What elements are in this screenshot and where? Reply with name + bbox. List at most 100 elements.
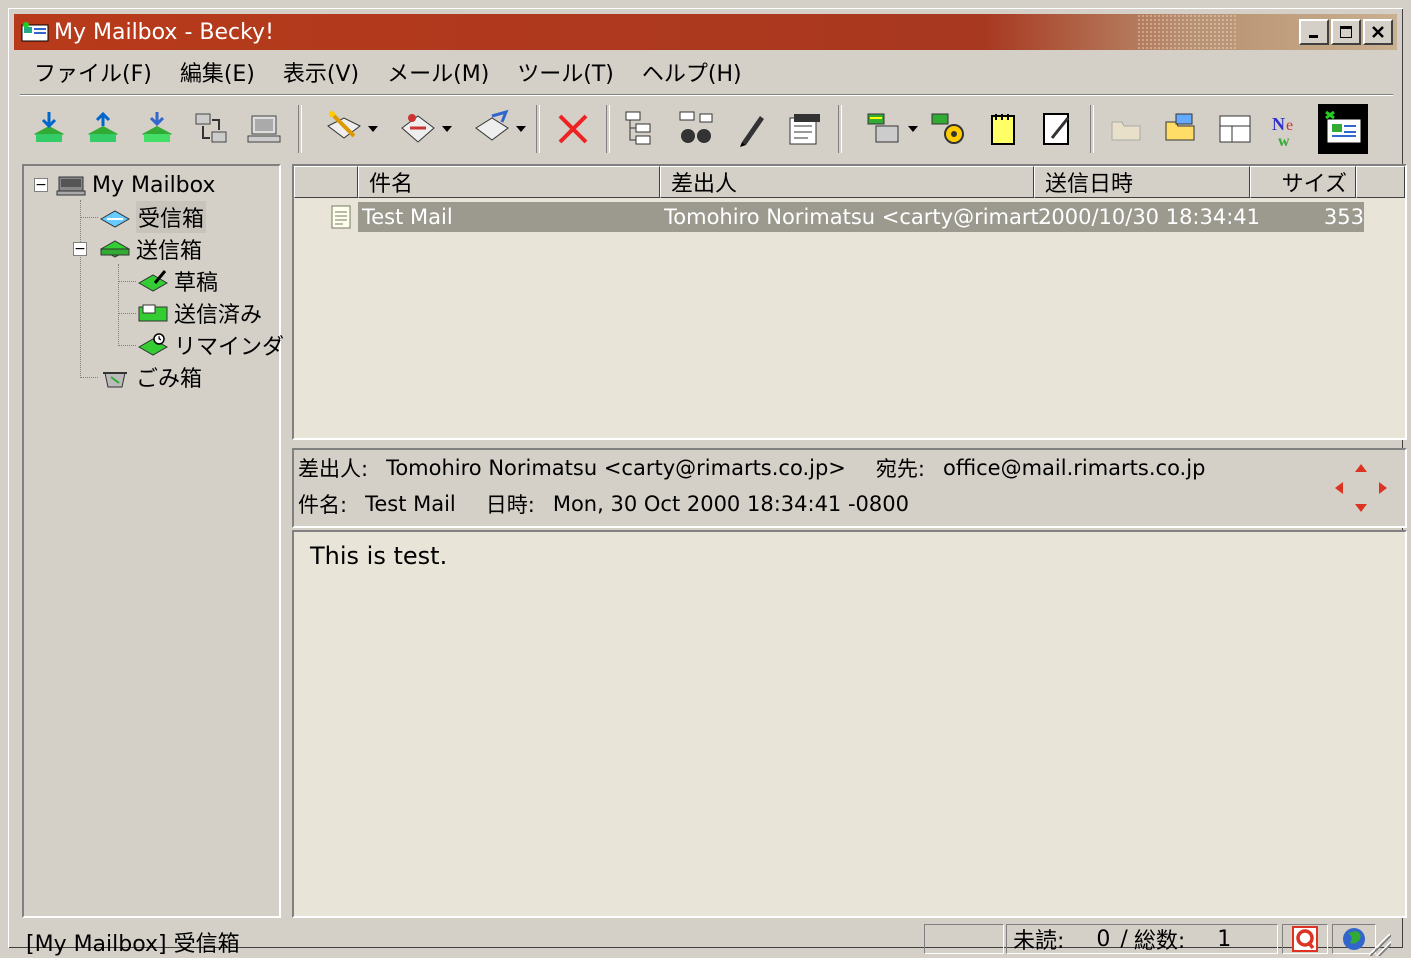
row-size: 353 [1323,205,1364,229]
menu-file[interactable]: ファイル(F) [20,56,166,88]
table-row[interactable]: Test Mail Tomohiro Norimatsu <carty@rima… [358,202,1364,232]
delete-button[interactable] [548,104,598,154]
reminder-icon [136,332,170,358]
status-bar: [My Mailbox] 受信箱 未読: 0 / 総数: 1 [20,922,1393,958]
folder-tree: − My Mailbox 受信箱 − 送信箱 草稿 送信済み リマインダ ごみ箱 [22,164,284,918]
arrow-down-icon [1355,504,1367,512]
tree-label: リマインダ [174,335,285,360]
menu-bar: ファイル(F) 編集(E) 表示(V) メール(M) ツール(T) ヘルプ(H) [20,52,1393,92]
thread-view-button[interactable] [618,104,668,154]
folder-icon [1111,121,1141,141]
tree-label: 送信箱 [136,239,203,264]
receive-button[interactable] [132,104,182,154]
layout-button[interactable] [1210,104,1260,154]
tree-item-drafts[interactable]: 草稿 [136,266,218,296]
minimize-button[interactable] [1299,19,1329,45]
menu-mail[interactable]: メール(M) [373,56,503,88]
sync-button[interactable] [186,104,236,154]
column-from[interactable]: 差出人 [660,166,1034,198]
settings-button[interactable] [924,104,974,154]
compose-button[interactable] [310,104,380,154]
status-counts: 未読: 0 / 総数: 1 [1006,924,1278,954]
tree-line [80,377,98,378]
tree-label: 送信済み [174,303,263,328]
tree-item-inbox[interactable]: 受信箱 [98,201,207,233]
search-button[interactable] [672,104,722,154]
column-date[interactable]: 送信日時 [1034,166,1250,198]
tree-item-reminder[interactable]: リマインダ [136,330,284,360]
arrow-up-icon [1355,464,1367,472]
title-bar-pattern [1137,14,1237,50]
navigation-arrows[interactable] [1333,460,1389,516]
tree-line [118,345,136,346]
binoculars-icon [679,111,713,143]
menu-view[interactable]: 表示(V) [269,56,373,88]
close-button[interactable] [1363,19,1393,45]
mailbox-icon [54,172,88,198]
header-row-from: 差出人: Tomohiro Norimatsu <carty@rimarts.c… [298,452,1235,484]
svg-text:e: e [1286,117,1293,134]
reply-button[interactable] [384,104,454,154]
column-from-label: 差出人 [671,172,738,197]
tree-item-outbox[interactable]: 送信箱 [98,234,202,264]
pencil-icon [740,116,764,147]
tree-item-my-mailbox[interactable]: My Mailbox [54,170,215,200]
becky-window-button[interactable] [1318,104,1368,154]
becky-app-icon[interactable] [20,21,50,43]
from-label: 差出人: [298,457,369,481]
column-icon[interactable] [294,166,358,198]
tree-item-sent[interactable]: 送信済み [136,298,262,328]
outbox-icon [98,236,132,262]
memo-button[interactable] [978,104,1028,154]
maximize-button[interactable] [1331,19,1361,45]
title-bar[interactable]: My Mailbox - Becky! [14,14,1397,50]
tree-item-trash[interactable]: ごみ箱 [98,362,202,392]
compose-icon [327,111,361,139]
note-edit-icon [1043,113,1070,145]
main-window: My Mailbox - Becky! ファイル(F) 編集(E) 表示(V) … [8,8,1407,957]
message-icon [331,205,351,229]
edit-button[interactable] [726,104,776,154]
menu-help[interactable]: ヘルプ(H) [628,56,756,88]
folder-open-button[interactable] [1156,104,1206,154]
forward-button[interactable] [458,104,528,154]
menu-tools[interactable]: ツール(T) [503,56,628,88]
properties-button[interactable] [780,104,830,154]
from-value[interactable]: Tomohiro Norimatsu <carty@rimarts.co.jp> [386,456,846,480]
arrow-right-icon [1379,482,1387,494]
date-label: 日時: [485,493,535,517]
connection-button[interactable] [240,104,290,154]
column-size[interactable]: サイズ [1250,166,1356,198]
tree-collapse-outbox[interactable]: − [73,242,87,256]
list-header: 件名 差出人 送信日時 サイズ [294,166,1405,198]
toolbar: New [22,98,1393,160]
receive-all-button[interactable] [24,104,74,154]
tree-label: ごみ箱 [136,367,203,392]
notepad-icon [991,114,1015,145]
address-book-button[interactable] [850,104,920,154]
properties-icon [789,114,820,145]
unread-count: 0 [1096,926,1111,952]
reply-icon [401,114,435,143]
queue-icon [1292,926,1318,952]
tree-label: 受信箱 [136,201,207,233]
folder-button[interactable] [1102,104,1152,154]
to-value[interactable]: office@mail.rimarts.co.jp [943,456,1205,480]
resize-grip[interactable] [1369,934,1391,956]
toolbar-separator [298,105,302,153]
send-button[interactable] [78,104,128,154]
row-date: 2000/10/30 18:34:41 [1038,205,1261,229]
receive-icon [142,112,172,142]
subject-label: 件名: [298,493,348,517]
message-list: 件名 差出人 送信日時 サイズ Test Mail Tomohiro Norim… [292,164,1407,440]
tree-line [118,281,136,282]
body-text: This is test. [310,542,448,570]
tree-collapse-root[interactable]: − [34,178,48,192]
svg-text:w: w [1278,133,1290,150]
status-queue[interactable] [1282,924,1328,954]
note-button[interactable] [1032,104,1082,154]
news-button[interactable]: New [1264,104,1314,154]
message-body[interactable]: This is test. [292,530,1407,918]
menu-edit[interactable]: 編集(E) [166,56,269,88]
column-subject[interactable]: 件名 [358,166,660,198]
